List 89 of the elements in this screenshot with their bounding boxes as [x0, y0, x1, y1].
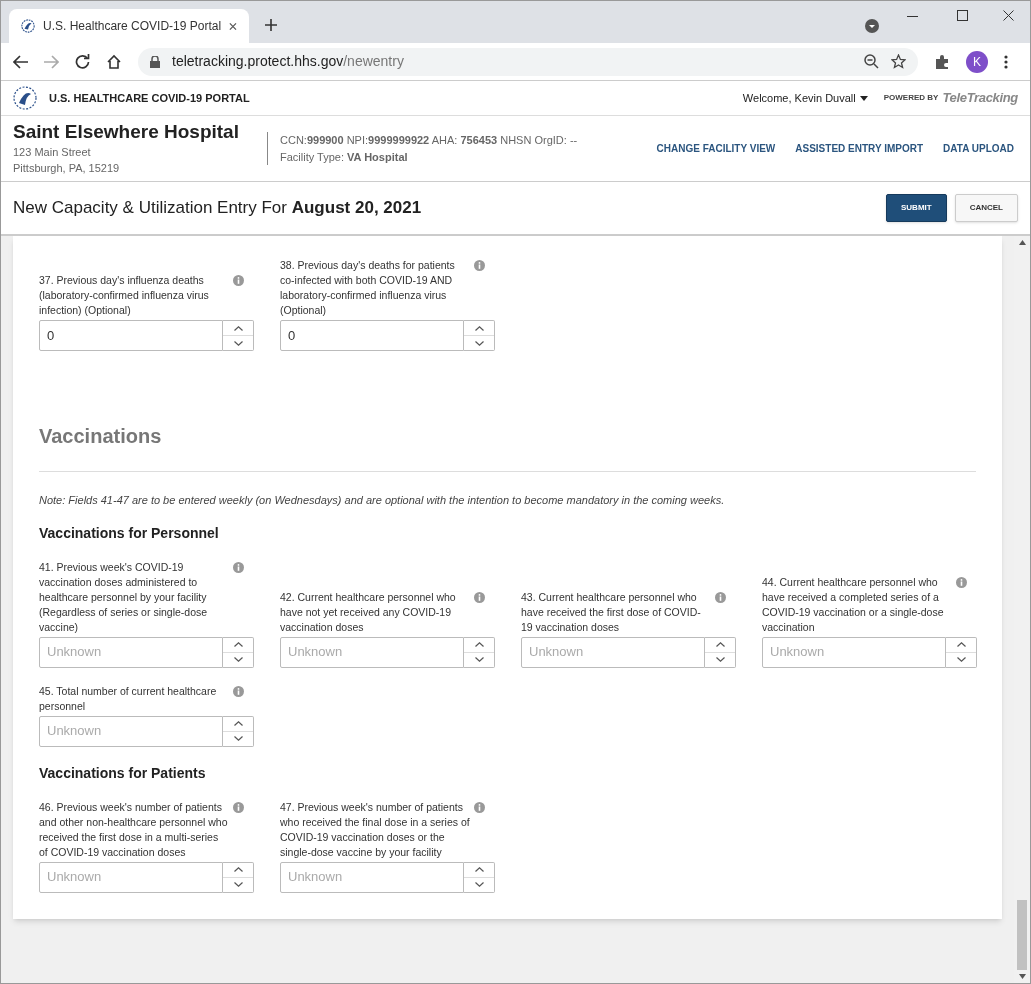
decrement-icon[interactable]: [474, 340, 484, 346]
number-field[interactable]: 0: [39, 320, 223, 351]
section-heading: Vaccinations: [39, 421, 976, 472]
field-label: 45. Total number of current healthcare personnel: [39, 683, 218, 714]
entry-title: New Capacity & Utilization Entry For August 20, 2021: [13, 197, 422, 220]
powered-by-label: POWERED BY: [883, 92, 939, 104]
reload-icon[interactable]: [75, 54, 90, 69]
increment-icon[interactable]: [956, 642, 966, 647]
field-label: 37. Previous day's influenza deaths (laboratory-confirmed influenza virus infection) (Optional): [39, 273, 210, 318]
puzzle-icon[interactable]: [934, 53, 950, 70]
minimize-icon[interactable]: [907, 16, 918, 18]
close-tab-icon[interactable]: [229, 21, 237, 31]
submit-button[interactable]: SUBMIT: [886, 194, 947, 222]
nav-link[interactable]: ASSISTED ENTRY IMPORT: [795, 141, 924, 156]
note-text: Note: Fields 41-47 are to be entered weekly (on Wednesdays) and are optional with the intention to become mandatory in the coming weeks.: [39, 493, 726, 508]
number-field[interactable]: Unknown: [280, 861, 464, 893]
caret-icon: [859, 95, 868, 101]
eagle-seal-icon: [13, 86, 37, 110]
nav-link[interactable]: CHANGE FACILITY VIEW: [656, 141, 776, 156]
info-icon[interactable]: [474, 591, 485, 603]
field-label: 46. Previous week's number of patients and other non-healthcare personnel who received the first dose in a multi-series of COVID-19 vaccination doses: [39, 799, 229, 860]
facility-type: Facility Type: VA Hospital: [280, 149, 409, 165]
facility-city: Pittsburgh, PA, 15219: [13, 161, 121, 177]
browser-tab[interactable]: U.S. Healthcare COVID-19 Portal: [9, 9, 249, 43]
scroll-up-icon[interactable]: [1018, 240, 1026, 245]
increment-icon[interactable]: [474, 325, 484, 331]
field-label: 44. Current healthcare personnel who have received a completed series of a COVID-19 vaccination or a single-dose vaccination: [762, 574, 945, 635]
increment-icon[interactable]: [233, 642, 243, 647]
info-icon[interactable]: [233, 801, 244, 813]
nav-link[interactable]: DATA UPLOAD: [943, 141, 1014, 156]
scrollbar-thumb[interactable]: [1017, 900, 1027, 970]
decrement-icon[interactable]: [233, 340, 243, 346]
info-icon[interactable]: [474, 260, 485, 271]
decrement-icon[interactable]: [956, 657, 966, 662]
subsection-heading: Vaccinations for Patients: [39, 763, 207, 783]
eagle-logo-icon: [21, 18, 36, 34]
info-icon[interactable]: [233, 561, 244, 573]
increment-icon[interactable]: [233, 867, 243, 872]
avatar[interactable]: K: [966, 50, 988, 73]
number-field[interactable]: Unknown: [39, 636, 223, 668]
lock-icon: [150, 55, 160, 68]
increment-icon[interactable]: [715, 642, 725, 647]
bookmark-star-icon[interactable]: [891, 54, 906, 69]
portal-title: U.S. HEALTHCARE COVID-19 PORTAL: [49, 90, 250, 106]
decrement-icon[interactable]: [233, 882, 243, 887]
info-icon[interactable]: [233, 275, 244, 286]
scroll-down-icon[interactable]: [1018, 974, 1026, 979]
increment-icon[interactable]: [474, 867, 484, 872]
back-icon[interactable]: [13, 54, 28, 69]
number-field[interactable]: Unknown: [280, 636, 464, 668]
number-field[interactable]: Unknown: [39, 715, 223, 747]
decrement-icon[interactable]: [474, 882, 484, 887]
home-icon[interactable]: [106, 53, 122, 70]
close-window-icon[interactable]: [1003, 10, 1014, 21]
field-label: 47. Previous week's number of patients who received the final dose in a series of COVID-19 vaccination doses or the single-dose vaccine by your facility: [280, 799, 470, 860]
decrement-icon[interactable]: [233, 657, 243, 662]
info-icon[interactable]: [233, 685, 244, 697]
number-field[interactable]: Unknown: [762, 636, 946, 668]
increment-icon[interactable]: [233, 325, 243, 331]
field-label: 41. Previous week's COVID-19 vaccination doses administered to healthcare personnel by your facility (Regardless of series or single-dose vaccine): [39, 559, 209, 635]
url-text: teletracking.protect.hhs.gov/newentry: [172, 52, 404, 71]
maximize-icon[interactable]: [957, 10, 968, 21]
tab-title: U.S. Healthcare COVID-19 Portal: [43, 18, 222, 35]
field-label: 42. Current healthcare personnel who have not yet received any COVID-19 vaccination doses: [280, 589, 457, 635]
address-field[interactable]: teletracking.protect.hhs.gov/newentry: [138, 47, 918, 76]
facility-name: Saint Elsewhere Hospital: [13, 120, 240, 144]
browser-menu-icon[interactable]: [1004, 54, 1008, 69]
number-field[interactable]: 0: [280, 320, 464, 351]
decrement-icon[interactable]: [233, 736, 243, 741]
decrement-icon[interactable]: [474, 657, 484, 662]
field-label: 38. Previous day's deaths for patients co-infected with both COVID-19 AND laboratory-confirmed influenza virus (Optional): [280, 258, 456, 318]
subsection-heading: Vaccinations for Personnel: [39, 523, 220, 543]
brand-logo: TeleTracking: [942, 89, 1018, 108]
info-icon[interactable]: [474, 801, 485, 813]
field-label: 43. Current healthcare personnel who have received the first dose of COVID-19 vaccination doses: [521, 589, 702, 635]
profile-menu-icon[interactable]: [865, 19, 879, 33]
facility-ids: CCN:999900 NPI:9999999922 AHA: 756453 NHSN OrgID: --: [280, 133, 578, 148]
user-menu[interactable]: Welcome, Kevin Duvall: [742, 89, 868, 107]
facility-street: 123 Main Street: [13, 144, 92, 160]
increment-icon[interactable]: [474, 642, 484, 647]
number-field[interactable]: Unknown: [39, 861, 223, 893]
decrement-icon[interactable]: [715, 657, 725, 662]
increment-icon[interactable]: [233, 721, 243, 726]
new-tab-icon[interactable]: [265, 19, 277, 31]
number-field[interactable]: Unknown: [521, 636, 705, 668]
zoom-out-icon[interactable]: [864, 54, 879, 69]
info-icon[interactable]: [956, 576, 967, 588]
cancel-button[interactable]: CANCEL: [954, 194, 1018, 222]
info-icon[interactable]: [715, 591, 726, 603]
